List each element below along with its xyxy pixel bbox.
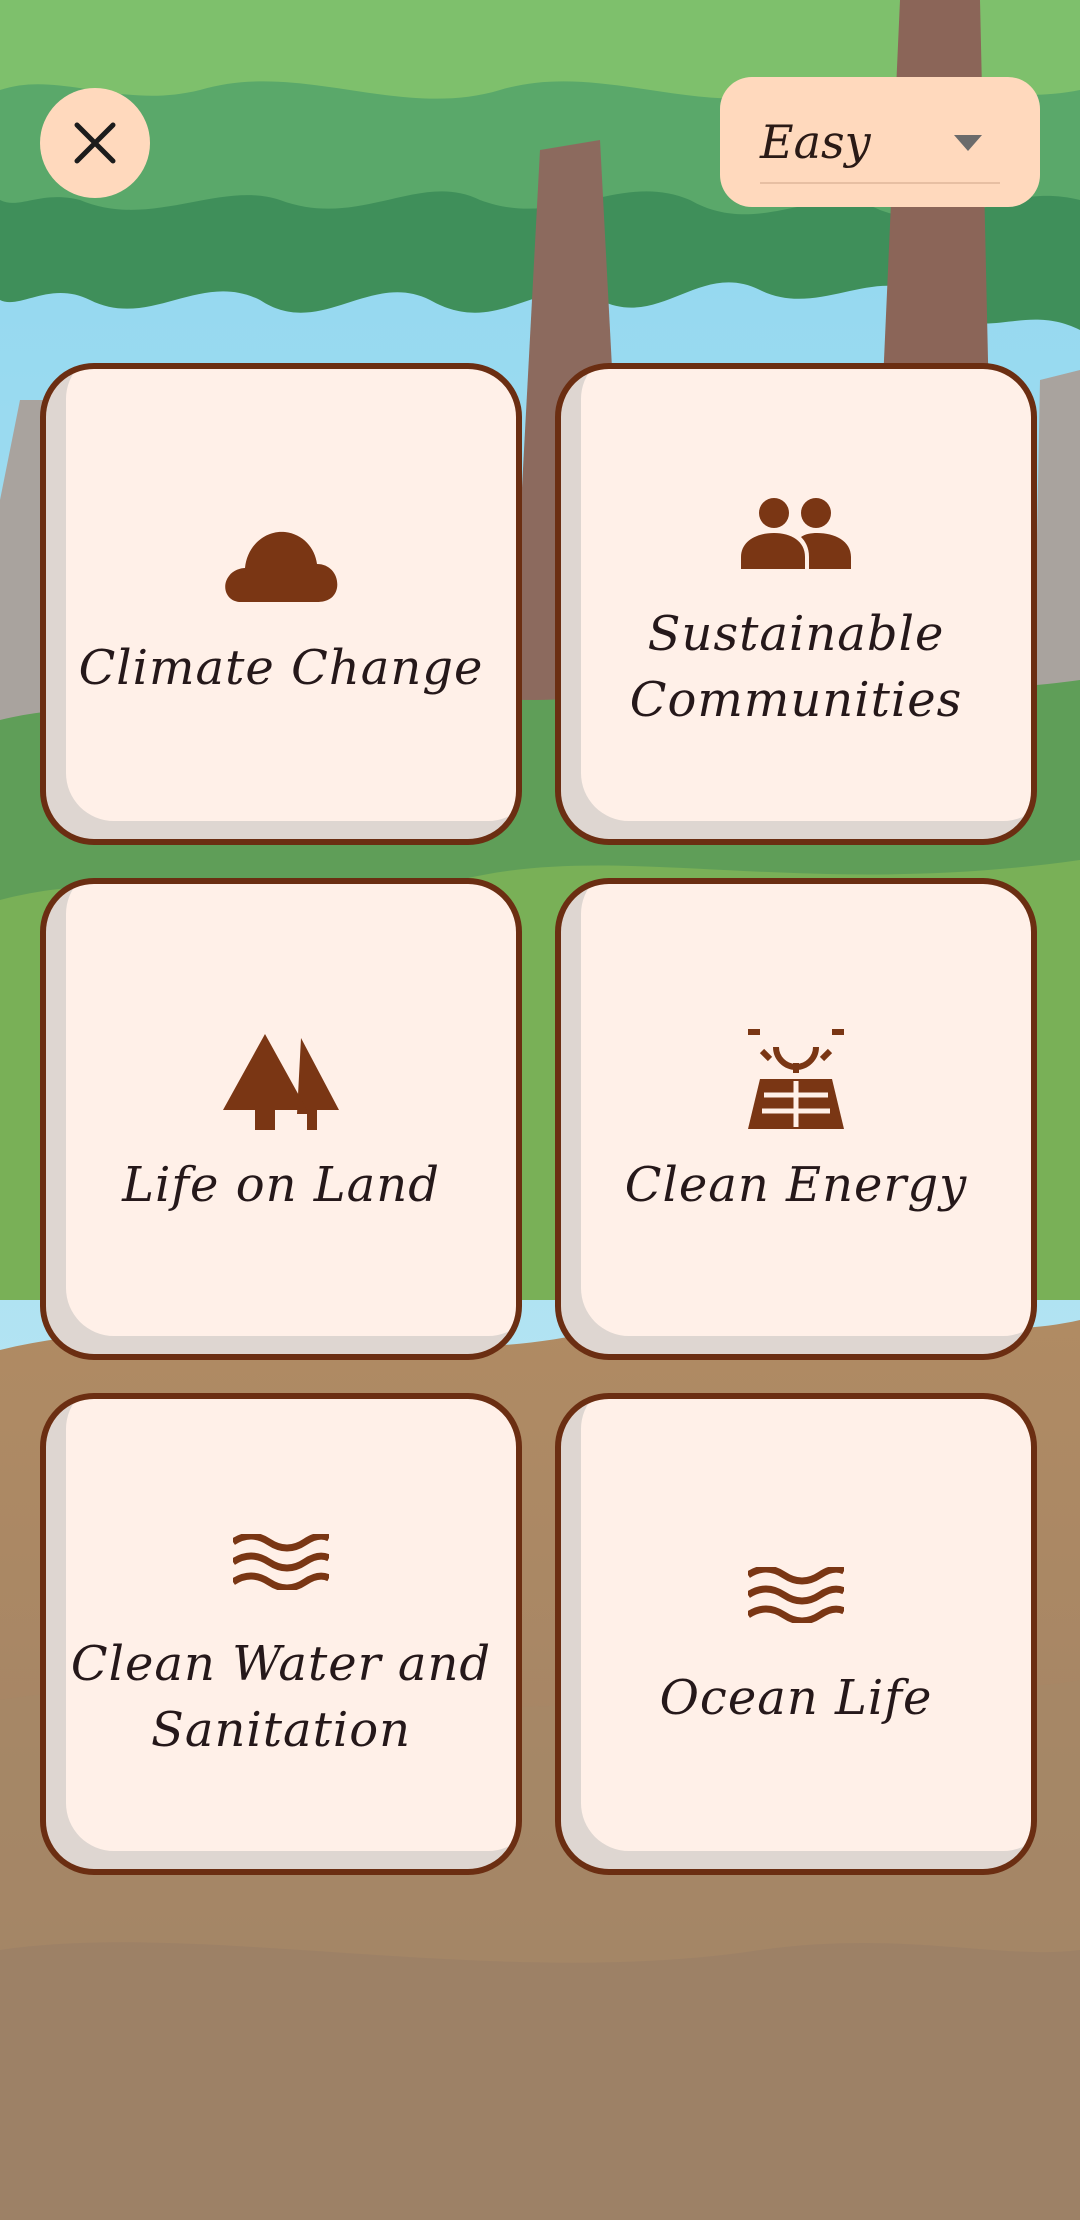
topic-label: Life on Land: [122, 1157, 440, 1213]
people-icon: [741, 498, 851, 569]
topic-card-clean-energy[interactable]: Clean Energy: [555, 878, 1037, 1360]
difficulty-dropdown[interactable]: Easy: [720, 77, 1040, 207]
difficulty-selected-value: Easy: [760, 115, 871, 169]
dropdown-underline: [760, 182, 1000, 184]
topic-label: Clean Energy: [624, 1157, 968, 1213]
topic-card-sustainable-communities[interactable]: Sustainable Communities: [555, 363, 1037, 845]
topic-card-life-on-land[interactable]: Life on Land: [40, 878, 522, 1360]
trees-icon: [223, 1034, 339, 1130]
solar-panel-icon: [748, 1029, 844, 1129]
topic-label: Climate Change: [78, 640, 484, 696]
topic-card-clean-water-and-sanitation[interactable]: Clean Water and Sanitation: [40, 1393, 522, 1875]
topic-label: Clean Water and Sanitation: [70, 1636, 492, 1758]
close-button[interactable]: [40, 88, 150, 198]
topic-card-climate-change[interactable]: Climate Change: [40, 363, 522, 845]
water-waves-icon: [233, 1534, 329, 1590]
dropdown-caret-icon: [954, 135, 982, 151]
ocean-waves-icon: [748, 1567, 844, 1623]
cloud-icon: [225, 531, 338, 602]
close-icon: [74, 122, 116, 164]
topic-label: Sustainable Communities: [629, 606, 963, 728]
topic-label: Ocean Life: [659, 1670, 933, 1726]
topic-card-ocean-life[interactable]: Ocean Life: [555, 1393, 1037, 1875]
